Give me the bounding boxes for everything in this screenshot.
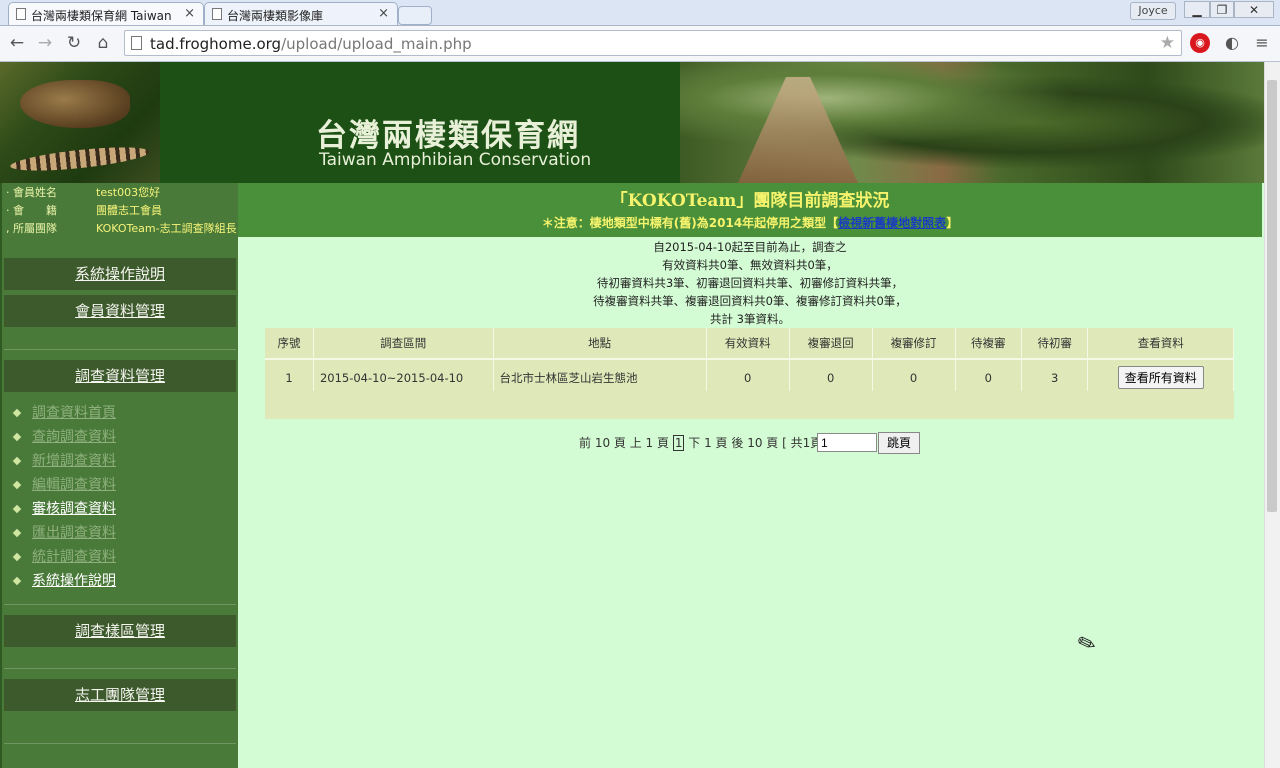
sidebar-section-teams[interactable]: 志工團隊管理 — [4, 679, 236, 711]
bookmark-star-icon[interactable]: ★ — [1160, 33, 1175, 53]
divider — [4, 349, 236, 350]
url-text: tad.froghome.org/upload/upload_main.php — [150, 35, 472, 53]
web-page: 台灣兩棲類保育網 Taiwan Amphibian Conservation ·… — [0, 62, 1264, 768]
close-window-button[interactable]: ✕ — [1234, 1, 1274, 18]
bullet-icon — [12, 480, 22, 490]
salamander-shape — [9, 142, 151, 176]
sidebar-item[interactable]: 統計調查資料 — [12, 546, 116, 566]
page-input[interactable] — [817, 433, 877, 452]
scrollbar-thumb[interactable] — [1267, 80, 1277, 512]
sidebar-item[interactable]: 調查資料首頁 — [12, 402, 116, 422]
next1-link[interactable]: 下 1 頁 — [688, 436, 727, 450]
sidebar-section-plots[interactable]: 調查樣區管理 — [4, 615, 236, 647]
close-icon[interactable]: × — [378, 6, 389, 21]
site-title: 台灣兩棲類保育網 — [316, 118, 580, 154]
page-icon — [131, 36, 142, 50]
sidebar-section-member[interactable]: 會員資料管理 — [4, 295, 236, 327]
bullet-icon — [12, 432, 22, 442]
minimize-button[interactable]: ▁ — [1184, 1, 1210, 18]
pagination: 前 10 頁 上 1 頁 1 下 1 頁 後 10 頁 [ 共1頁 ] — [579, 434, 831, 451]
back-icon[interactable]: ← — [6, 32, 28, 54]
address-bar[interactable]: tad.froghome.org/upload/upload_main.php … — [124, 30, 1182, 56]
pencil-cursor-icon: ✎ — [1074, 629, 1101, 660]
frog-image — [0, 62, 160, 183]
home-icon[interactable]: ⌂ — [92, 32, 114, 54]
jump-button[interactable]: 跳頁 — [878, 432, 920, 454]
prev10-link[interactable]: 前 10 頁 — [579, 436, 626, 450]
divider — [4, 743, 236, 744]
tab-strip: 台灣兩棲類保育網 Taiwan × 台灣兩棲類影像庫 × Joyce ▁ ❐ ✕ — [0, 0, 1280, 26]
member-status-label: · 會 籍 — [6, 204, 57, 217]
browser-tab[interactable]: 台灣兩棲類影像庫 × — [204, 2, 398, 25]
habitat-table-link[interactable]: 檢視新舊棲地對照表 — [838, 216, 946, 230]
sidebar-item[interactable]: 審核調查資料 — [12, 498, 116, 518]
scrollbar[interactable] — [1264, 62, 1280, 768]
forward-icon[interactable]: → — [34, 32, 56, 54]
trail-shape — [738, 77, 858, 183]
reload-icon[interactable]: ↻ — [63, 32, 85, 54]
bullet-icon — [12, 576, 22, 586]
menu-icon[interactable]: ≡ — [1252, 34, 1272, 54]
prev1-link[interactable]: 上 1 頁 — [630, 436, 669, 450]
sidebar-item[interactable]: 系統操作說明 — [12, 570, 116, 590]
browser-tab-active[interactable]: 台灣兩棲類保育網 Taiwan × — [8, 2, 204, 25]
divider — [4, 604, 236, 605]
bullet-icon — [12, 552, 22, 562]
next10-link[interactable]: 後 10 頁 — [731, 436, 778, 450]
habitat-note: ＊注意：棲地類型中標有(舊)為2014年起停用之類型【檢視新舊棲地對照表】 — [541, 216, 959, 230]
extension-icon[interactable]: ◐ — [1222, 33, 1242, 53]
table-row: 1 2015-04-10~2015-04-10 台北市士林區芝山岩生態池 0 0… — [265, 358, 1234, 395]
site-subtitle: Taiwan Amphibian Conservation — [319, 150, 592, 170]
close-icon[interactable]: × — [184, 6, 195, 21]
site-banner: 台灣兩棲類保育網 Taiwan Amphibian Conservation — [0, 62, 1264, 183]
sidebar: · 會員姓名 test003您好 · 會 籍 團體志工會員 , 所屬團隊 KOK… — [0, 183, 238, 768]
forest-image — [680, 62, 1264, 183]
current-page: 1 — [672, 435, 685, 451]
browser-toolbar: ← → ↻ ⌂ tad.froghome.org/upload/upload_m… — [0, 26, 1280, 62]
bullet-icon — [12, 528, 22, 538]
member-name-value: test003您好 — [96, 186, 161, 199]
sidebar-section-help[interactable]: 系統操作說明 — [4, 258, 236, 290]
survey-summary: 自2015-04-10起至目前為止，調查之 有效資料共0筆、無效資料共0筆， 待… — [593, 240, 907, 326]
page-icon — [16, 8, 26, 20]
tab-title: 台灣兩棲類影像庫 — [227, 9, 324, 23]
sidebar-item[interactable]: 查詢調查資料 — [12, 426, 116, 446]
view-all-button[interactable]: 查看所有資料 — [1117, 366, 1204, 389]
bullet-icon — [12, 408, 22, 418]
main-header: 「KOKOTeam」團隊目前調查狀況 ＊注意：棲地類型中標有(舊)為2014年起… — [238, 183, 1262, 237]
table-header: 序號 調查區間 地點 有效資料 複審退回 複審修訂 待複審 待初審 查看資料 — [265, 328, 1234, 359]
profile-button[interactable]: Joyce — [1130, 2, 1176, 20]
new-tab-button[interactable] — [398, 6, 432, 25]
frog-shape — [20, 80, 130, 128]
divider — [4, 668, 236, 669]
table-footer — [265, 391, 1234, 419]
bullet-icon — [12, 456, 22, 466]
sidebar-item[interactable]: 編輯調查資料 — [12, 474, 116, 494]
member-team-value: KOKOTeam-志工調查隊組長 — [96, 222, 237, 235]
sidebar-item[interactable]: 新增調查資料 — [12, 450, 116, 470]
restore-button[interactable]: ❐ — [1210, 1, 1234, 18]
sidebar-section-survey[interactable]: 調查資料管理 — [4, 360, 236, 392]
sidebar-item[interactable]: 匯出調查資料 — [12, 522, 116, 542]
member-team-label: , 所屬團隊 — [6, 222, 57, 235]
member-status-value: 團體志工會員 — [96, 204, 162, 217]
bullet-icon — [12, 504, 22, 514]
survey-table: 序號 調查區間 地點 有效資料 複審退回 複審修訂 待複審 待初審 查看資料 1… — [265, 328, 1234, 395]
page-icon — [212, 8, 222, 20]
page-title: 「KOKOTeam」團隊目前調查狀況 — [610, 191, 890, 211]
member-name-label: · 會員姓名 — [6, 186, 57, 199]
tab-title: 台灣兩棲類保育網 Taiwan — [31, 9, 172, 23]
extension-icon[interactable]: ◉ — [1190, 33, 1210, 53]
